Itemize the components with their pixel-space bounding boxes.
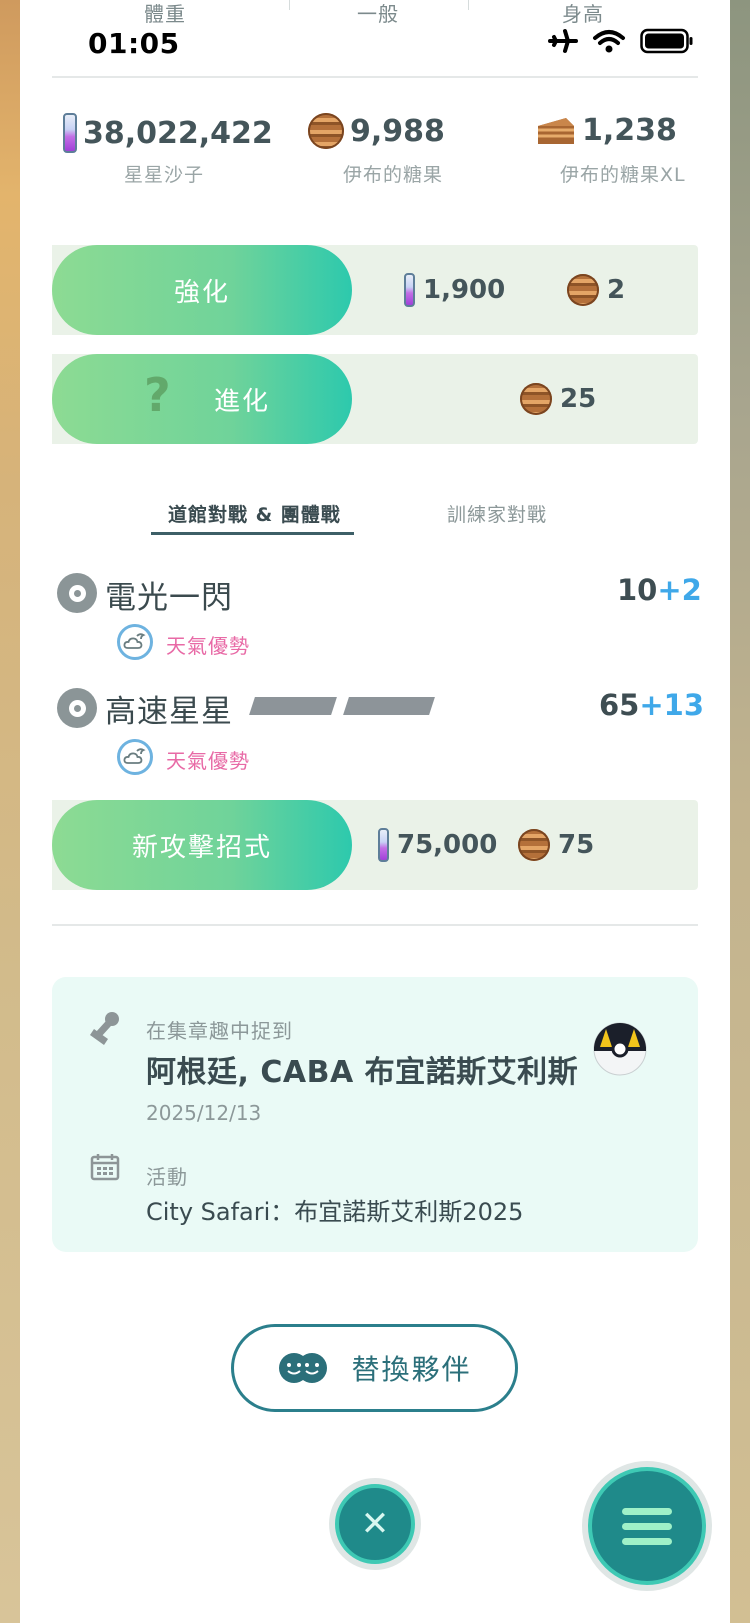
power-up-candy-value: 2 — [607, 275, 626, 305]
stardust-icon — [63, 113, 77, 153]
catch-info-panel: 在集章趣中捉到 阿根廷, CABA 布宜諾斯艾利斯 2025/12/13 活動 … — [52, 977, 698, 1252]
close-icon: ✕ — [335, 1484, 415, 1564]
caught-label: 在集章趣中捉到 — [146, 1019, 293, 1043]
status-bar: 體重 一般 身高 01:05 — [0, 0, 750, 70]
buddy-icon — [279, 1353, 328, 1383]
energy-bar — [249, 697, 337, 715]
candy-icon — [520, 383, 552, 415]
airplane-icon — [548, 29, 578, 53]
status-icons — [548, 28, 694, 54]
new-move-stardust-cost: 75,000 — [378, 800, 497, 890]
stardust-icon — [404, 273, 415, 307]
evolve-question-icon: ? — [144, 368, 173, 422]
move-type-icon — [57, 573, 97, 613]
stardust-value: 38,022,422 — [83, 115, 273, 151]
divider — [289, 0, 290, 10]
stat-header-height: 身高 — [562, 2, 604, 26]
wifi-icon — [593, 30, 625, 53]
menu-button[interactable] — [582, 1461, 712, 1591]
menu-icon — [588, 1467, 706, 1585]
power-up-stardust-value: 1,900 — [423, 275, 506, 305]
move-type-icon — [57, 688, 97, 728]
event-label: 活動 — [146, 1165, 188, 1189]
weather-icon — [117, 624, 153, 660]
power-up-stardust-cost: 1,900 — [404, 245, 505, 335]
stardust-resource: 38,022,422 — [63, 113, 273, 153]
event-name: City Safari：布宜諾斯艾利斯2025 — [146, 1198, 524, 1226]
close-button[interactable]: ✕ — [329, 1478, 421, 1570]
candy-xl-label: 伊布的糖果XL — [560, 164, 686, 186]
new-move-button[interactable]: 新攻擊招式 — [52, 800, 352, 890]
divider — [468, 0, 469, 10]
charged-move-power: 65+13 — [599, 688, 704, 722]
evolve-button[interactable]: ? 進化 — [52, 354, 352, 444]
swap-buddy-button[interactable]: 替換夥伴 — [231, 1324, 518, 1412]
tab-gym-raid[interactable]: 道館對戰 & 團體戰 — [168, 500, 341, 527]
evolve-row: ? 進化 25 — [52, 354, 698, 444]
stardust-icon — [378, 828, 389, 862]
charged-move-name: 高速星星 — [105, 694, 233, 730]
candy-resource: 9,988 — [308, 113, 445, 149]
status-time: 01:05 — [88, 27, 180, 60]
candy-xl-resource: 1,238 — [536, 113, 677, 148]
candy-value: 9,988 — [350, 113, 445, 149]
stat-header-weight: 體重 — [144, 2, 186, 26]
tab-trainer-battle[interactable]: 訓練家對戰 — [447, 500, 547, 527]
stat-header-type: 一般 — [357, 2, 399, 26]
weather-icon — [117, 739, 153, 775]
fast-move-power: 10+2 — [617, 573, 702, 607]
cloud-moon-icon — [123, 748, 146, 764]
ultra-ball-icon — [593, 1022, 647, 1076]
divider — [52, 924, 698, 926]
energy-bar — [343, 697, 435, 715]
charged-move-bonus: +13 — [639, 688, 705, 722]
evolve-label: 進化 — [213, 386, 270, 417]
new-move-stardust-value: 75,000 — [397, 830, 498, 860]
power-up-candy-cost: 2 — [567, 245, 625, 335]
new-move-candy-cost: 75 — [518, 800, 594, 890]
charged-move-power-value: 65 — [599, 688, 640, 722]
new-move-candy-value: 75 — [558, 830, 595, 860]
stardust-label: 星星沙子 — [124, 164, 205, 186]
fast-move-name: 電光一閃 — [105, 580, 233, 616]
swap-buddy-label: 替換夥伴 — [351, 1353, 472, 1386]
weather-boost-label: 天氣優勢 — [166, 749, 250, 773]
divider — [52, 76, 698, 78]
candy-xl-value: 1,238 — [582, 113, 677, 148]
weather-boost-label: 天氣優勢 — [166, 634, 250, 658]
evolve-candy-value: 25 — [560, 384, 597, 414]
battery-icon — [640, 28, 693, 54]
candy-xl-icon — [538, 117, 574, 144]
stamp-icon — [90, 1012, 119, 1045]
power-up-row: 強化 1,900 2 — [52, 245, 698, 335]
power-up-button[interactable]: 強化 — [52, 245, 352, 335]
candy-label: 伊布的糖果 — [343, 164, 444, 186]
tab-active-indicator — [151, 532, 354, 535]
calendar-icon — [90, 1154, 120, 1181]
catch-location: 阿根廷, CABA 布宜諾斯艾利斯 — [146, 1055, 579, 1090]
candy-icon — [308, 113, 344, 149]
catch-date: 2025/12/13 — [146, 1101, 262, 1125]
candy-icon — [518, 829, 550, 861]
evolve-candy-cost: 25 — [520, 354, 596, 444]
fast-move-bonus: +2 — [657, 573, 702, 607]
fast-move-power-value: 10 — [617, 573, 658, 607]
new-move-row: 新攻擊招式 75,000 75 — [52, 800, 698, 890]
cloud-moon-icon — [123, 633, 146, 649]
candy-icon — [567, 274, 599, 306]
